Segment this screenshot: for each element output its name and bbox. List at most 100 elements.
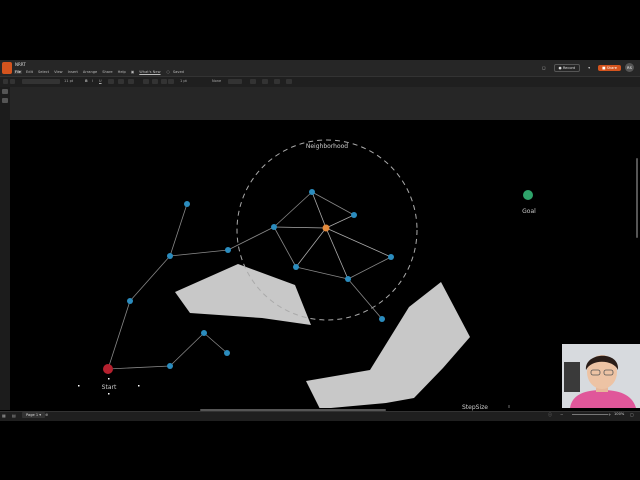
- page-list-icon[interactable]: ▤: [12, 413, 16, 418]
- tree-edge: [295, 266, 349, 280]
- tree-edge: [169, 203, 188, 257]
- lock-icon[interactable]: [274, 79, 280, 84]
- menu-file[interactable]: File: [14, 70, 23, 74]
- font-family-select[interactable]: [22, 79, 60, 84]
- vertical-scrollbar[interactable]: [636, 158, 638, 238]
- selection-handle[interactable]: [108, 393, 110, 395]
- saved-status-text: Saved: [172, 70, 184, 74]
- record-button[interactable]: ● Record: [553, 63, 581, 72]
- obstacle-1[interactable]: [175, 264, 311, 325]
- chair-back: [564, 362, 580, 392]
- underline-icon[interactable]: U: [99, 79, 102, 83]
- italic-icon[interactable]: I: [92, 79, 93, 83]
- tree-edge: [347, 256, 392, 280]
- tree-node[interactable]: [127, 298, 133, 304]
- tree-edge: [347, 278, 383, 320]
- fullscreen-icon[interactable]: ▢: [630, 412, 634, 417]
- text-align-icon[interactable]: [118, 79, 124, 84]
- selection-handle[interactable]: [78, 385, 80, 387]
- shapes-icon[interactable]: [2, 89, 8, 94]
- stroke-select[interactable]: None: [212, 79, 221, 83]
- tree-node[interactable]: [225, 247, 231, 253]
- more-options-icon[interactable]: [286, 79, 292, 84]
- tree-node[interactable]: [379, 316, 385, 322]
- zoom-out-icon[interactable]: −: [560, 412, 563, 417]
- tree-node[interactable]: [345, 276, 351, 282]
- tree-node[interactable]: [224, 350, 230, 356]
- menu-select[interactable]: Select: [37, 70, 50, 74]
- list-icon[interactable]: [128, 79, 134, 84]
- presenter-video: [562, 344, 640, 408]
- rewire-edge: [325, 214, 355, 229]
- menu-share[interactable]: Share: [101, 70, 113, 74]
- page-tab[interactable]: Page 1 ▾: [22, 412, 46, 418]
- undo-icon[interactable]: [3, 79, 8, 84]
- document-title[interactable]: NRRT: [15, 62, 26, 67]
- rewire-edge: [273, 226, 327, 229]
- shadow-icon[interactable]: [250, 79, 256, 84]
- menu-edit[interactable]: Edit: [25, 70, 34, 74]
- grid-view-icon[interactable]: ▦: [2, 413, 6, 418]
- line-style-select[interactable]: 1 pt: [180, 79, 187, 83]
- tree-node[interactable]: [167, 253, 173, 259]
- share-button[interactable]: ■ Share: [598, 64, 621, 71]
- menu-insert[interactable]: Insert: [67, 70, 79, 74]
- rewire-edge: [295, 227, 327, 268]
- share-label: Share: [606, 65, 617, 70]
- arrow-style-select[interactable]: [228, 79, 242, 84]
- zoom-level[interactable]: 100%: [614, 412, 624, 416]
- new-node[interactable]: [322, 224, 330, 232]
- obstacle-2[interactable]: [306, 282, 470, 408]
- tree-node[interactable]: [293, 264, 299, 270]
- tree-edge: [273, 226, 297, 268]
- rewire-edge: [311, 191, 327, 229]
- redo-icon[interactable]: [10, 79, 15, 84]
- add-page-icon[interactable]: ⊕: [45, 412, 48, 417]
- ribbon-area: [10, 87, 640, 120]
- gift-icon[interactable]: ▣: [130, 70, 135, 74]
- fill-color-icon[interactable]: [152, 79, 158, 84]
- goal-node[interactable]: [523, 190, 533, 200]
- tree-node[interactable]: [201, 330, 207, 336]
- tree-node[interactable]: [388, 254, 394, 260]
- tree-edge: [273, 191, 313, 228]
- cloud-saved-icon: ○: [166, 70, 170, 74]
- page-tab-label: Page 1: [26, 413, 39, 417]
- strikethrough-icon[interactable]: [108, 79, 114, 84]
- tree-edge: [203, 332, 228, 354]
- avatar[interactable]: RS: [625, 63, 634, 72]
- tree-node[interactable]: [309, 189, 315, 195]
- menu-arrange[interactable]: Arrange: [82, 70, 98, 74]
- comment-icon[interactable]: □: [538, 65, 549, 71]
- layers-icon[interactable]: [2, 98, 8, 103]
- status-bar: [0, 411, 640, 421]
- zoom-in-icon[interactable]: +: [608, 412, 611, 417]
- font-size-select[interactable]: 11 pt: [64, 79, 73, 83]
- tree-edge: [169, 332, 205, 367]
- line-color-icon[interactable]: [161, 79, 167, 84]
- font-color-icon[interactable]: [143, 79, 149, 84]
- share-icon: ■: [602, 65, 606, 70]
- record-dropdown-icon[interactable]: ▾: [584, 65, 594, 71]
- link-icon[interactable]: [262, 79, 268, 84]
- help-icon[interactable]: ⓘ: [548, 412, 552, 418]
- selection-handle[interactable]: [138, 385, 140, 387]
- tree-node[interactable]: [351, 212, 357, 218]
- diagram-canvas[interactable]: Neighborhood Goal Start: [10, 120, 636, 408]
- zoom-slider[interactable]: [572, 414, 608, 415]
- chevron-down-icon: ▾: [39, 413, 42, 417]
- tree-node[interactable]: [167, 363, 173, 369]
- start-label: Start: [102, 384, 117, 391]
- rewire-edge: [325, 227, 349, 280]
- tree-edge: [169, 249, 229, 257]
- tree-node[interactable]: [271, 224, 277, 230]
- menu-view[interactable]: View: [53, 70, 64, 74]
- tree-node[interactable]: [184, 201, 190, 207]
- line-width-icon[interactable]: [168, 79, 174, 84]
- whats-new-link[interactable]: What's New: [138, 70, 161, 74]
- menu-help[interactable]: Help: [117, 70, 127, 74]
- app-logo-icon[interactable]: [2, 62, 12, 74]
- start-node[interactable]: [103, 364, 113, 374]
- selection-handle[interactable]: [108, 378, 110, 380]
- bold-icon[interactable]: B: [85, 79, 88, 83]
